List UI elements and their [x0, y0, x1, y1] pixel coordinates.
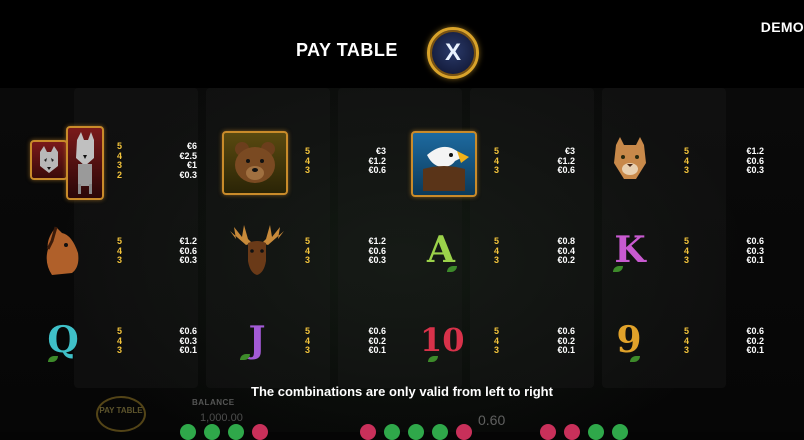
counts-wolf: 5432	[117, 141, 123, 180]
horse-icon	[38, 223, 84, 279]
reel	[470, 88, 594, 388]
close-icon: X	[444, 39, 461, 66]
header-bar	[0, 0, 804, 88]
close-button[interactable]: X	[427, 27, 479, 79]
counts-eagle: 543	[494, 146, 500, 175]
line-indicator	[252, 424, 268, 440]
payouts-a: €0.8 €0.4 €0.2	[557, 236, 575, 265]
wolf-icon	[30, 140, 68, 180]
eagle-icon	[411, 131, 477, 197]
payouts-10: €0.6 €0.2 €0.1	[557, 326, 575, 355]
counts-a: 543	[494, 236, 500, 265]
puma-icon	[606, 133, 654, 187]
counts-puma: 543	[684, 146, 690, 175]
counts-horse: 543	[117, 236, 123, 265]
payouts-k: €0.6 €0.3 €0.1	[746, 236, 764, 265]
bear-icon	[222, 131, 288, 195]
line-indicator	[408, 424, 424, 440]
letter-k-icon: K	[614, 229, 646, 271]
line-indicator	[456, 424, 472, 440]
demo-label: DEMO	[760, 19, 804, 35]
wolf-icon	[66, 126, 104, 200]
counts-9: 543	[684, 326, 690, 355]
letter-9-icon: 9	[616, 319, 642, 361]
payouts-eagle: €3 €1.2 €0.6	[557, 146, 575, 175]
line-indicator	[564, 424, 580, 440]
line-indicator	[360, 424, 376, 440]
letter-a-icon: A	[427, 229, 455, 271]
payouts-9: €0.6 €0.2 €0.1	[746, 326, 764, 355]
payouts-wolf: €6 €2.5 €1 €0.3	[179, 141, 197, 180]
counts-bear: 543	[305, 146, 311, 175]
line-indicator	[432, 424, 448, 440]
counts-10: 543	[494, 326, 500, 355]
payouts-puma: €1.2 €0.6 €0.3	[746, 146, 764, 175]
payouts-j: €0.6 €0.2 €0.1	[368, 326, 386, 355]
line-indicator	[228, 424, 244, 440]
moose-icon	[226, 221, 288, 279]
counts-k: 543	[684, 236, 690, 265]
counts-moose: 543	[305, 236, 311, 265]
payouts-horse: €1.2 €0.6 €0.3	[179, 236, 197, 265]
line-indicator	[180, 424, 196, 440]
payouts-moose: €1.2 €0.6 €0.3	[368, 236, 386, 265]
payouts-bear: €3 €1.2 €0.6	[368, 146, 386, 175]
page-title: PAY TABLE	[296, 40, 398, 60]
balance-label: BALANCE	[192, 398, 235, 407]
bet-value: 0.60	[478, 412, 506, 428]
line-indicator	[588, 424, 604, 440]
payouts-q: €0.6 €0.3 €0.1	[179, 326, 197, 355]
line-indicator	[612, 424, 628, 440]
line-indicator	[384, 424, 400, 440]
line-indicator	[204, 424, 220, 440]
letter-10-icon: 10	[420, 321, 465, 359]
balance-value: 1,000.00	[200, 412, 243, 424]
paytable-button[interactable]: PAY TABLE	[96, 396, 146, 432]
counts-q: 543	[117, 326, 123, 355]
line-indicator	[540, 424, 556, 440]
letter-q-icon: Q	[47, 319, 79, 361]
counts-j: 543	[305, 326, 311, 355]
